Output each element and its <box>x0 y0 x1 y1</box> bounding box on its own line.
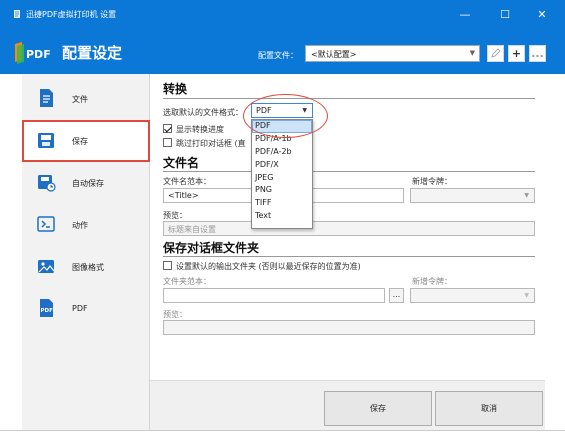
image-format-icon <box>38 260 55 273</box>
sidebar-item-label: 保存 <box>72 137 88 146</box>
divider <box>163 171 535 172</box>
new-token-label: 新增令牌： <box>412 177 452 186</box>
divider <box>163 98 535 99</box>
filename-preview-field: 标题来自设置 <box>163 221 535 236</box>
skip-dialog-checkbox[interactable] <box>163 138 172 147</box>
profile-label: 配置文件： <box>258 51 298 60</box>
more-icon: ... <box>531 47 544 60</box>
profile-value: <默认配置> <box>311 50 357 59</box>
sidebar-item-label: 文件 <box>72 95 88 104</box>
chevron-down-icon: ▼ <box>524 292 529 299</box>
convert-section-title: 转换 <box>163 82 188 96</box>
folder-token-select[interactable]: ▼ <box>410 288 535 303</box>
settings-content: 转换 选取默认的文件格式： PDF ▼ 显示转换进度 跳过打印对话框 (直 文件… <box>150 74 545 380</box>
footer: 保存 取消 <box>150 380 545 430</box>
close-button[interactable]: ✕ <box>522 0 562 30</box>
settings-window: 迅捷PDF虚拟打印机 设置 — ☐ ✕ PDF 配置设定 配置文件： <默认配置… <box>0 0 565 444</box>
folder-preview-label: 预览： <box>163 310 187 319</box>
folder-template-label: 文件夹范本： <box>163 277 211 286</box>
svg-text:PDF: PDF <box>26 48 51 61</box>
format-option[interactable]: JPEG <box>252 172 312 185</box>
app-icon <box>14 10 20 18</box>
save-icon <box>38 133 54 148</box>
profile-select[interactable]: <默认配置> ▼ <box>305 45 480 62</box>
default-folder-checkbox[interactable] <box>163 261 172 270</box>
chevron-down-icon: ▼ <box>469 49 475 57</box>
sidebar: 文件 保存 自动保存 动作 图像格式 PDF PDF <box>22 74 150 430</box>
show-progress-label: 显示转换进度 <box>176 125 224 134</box>
header: PDF 配置设定 配置文件： <默认配置> ▼ + ... <box>0 30 565 74</box>
sidebar-item-save[interactable]: 保存 <box>22 120 150 162</box>
sidebar-item-label: PDF <box>72 304 88 313</box>
page-title: 配置设定 <box>62 44 123 62</box>
default-folder-label: 设置默认的输出文件夹 (否则以最近保存的位置为准) <box>176 262 361 271</box>
highlight-annotation <box>243 94 328 138</box>
window-title: 迅捷PDF虚拟打印机 设置 <box>26 10 117 19</box>
sidebar-item-autosave[interactable]: 自动保存 <box>22 162 150 204</box>
filename-template-label: 文件名范本： <box>163 177 211 186</box>
format-option[interactable]: PDF/A-2b <box>252 146 312 159</box>
pdf-logo-icon: PDF <box>15 42 51 64</box>
chevron-down-icon: ▼ <box>524 192 529 199</box>
add-profile-button[interactable]: + <box>508 45 525 62</box>
format-option[interactable]: Text <box>252 210 312 223</box>
sidebar-item-label: 自动保存 <box>72 179 104 188</box>
cancel-button[interactable]: 取消 <box>435 391 543 426</box>
action-icon <box>37 216 55 232</box>
show-progress-checkbox[interactable] <box>163 124 172 133</box>
filename-preview-label: 预览： <box>163 211 187 220</box>
minimize-button[interactable]: — <box>445 0 485 30</box>
more-profile-button[interactable]: ... <box>529 45 546 62</box>
divider <box>163 256 535 257</box>
filename-section-title: 文件名 <box>163 156 200 170</box>
format-option[interactable]: TIFF <box>252 197 312 210</box>
title-bar: 迅捷PDF虚拟打印机 设置 — ☐ ✕ <box>0 0 565 30</box>
sidebar-item-action[interactable]: 动作 <box>22 204 150 246</box>
save-button[interactable]: 保存 <box>324 391 432 426</box>
window-bottom-edge <box>0 430 565 444</box>
pencil-icon <box>491 48 501 58</box>
add-icon: + <box>511 47 522 60</box>
skip-dialog-label: 跳过打印对话框 (直 <box>176 139 246 148</box>
autosave-icon <box>38 175 56 192</box>
folder-template-input[interactable] <box>163 288 385 303</box>
save-dialog-section-title: 保存对话框文件夹 <box>163 241 260 255</box>
sidebar-item-label: 动作 <box>72 221 88 230</box>
format-label: 选取默认的文件格式： <box>163 108 243 117</box>
pdf-icon: PDF <box>40 299 54 317</box>
sidebar-item-label: 图像格式 <box>72 263 104 272</box>
sidebar-item-image-format[interactable]: 图像格式 <box>22 246 150 288</box>
filename-token-select[interactable]: ▼ <box>410 188 535 203</box>
browse-folder-button[interactable]: ... <box>389 288 404 303</box>
format-option[interactable]: PNG <box>252 184 312 197</box>
new-token-label: 新增令牌： <box>412 277 452 286</box>
svg-text:PDF: PDF <box>41 308 54 314</box>
sidebar-item-pdf[interactable]: PDF PDF <box>22 288 150 330</box>
format-option[interactable]: PDF/X <box>252 159 312 172</box>
folder-preview-field <box>163 320 535 335</box>
edit-profile-button[interactable] <box>487 45 504 62</box>
document-icon <box>40 89 53 107</box>
sidebar-item-file[interactable]: 文件 <box>22 78 150 120</box>
maximize-button[interactable]: ☐ <box>485 0 525 30</box>
